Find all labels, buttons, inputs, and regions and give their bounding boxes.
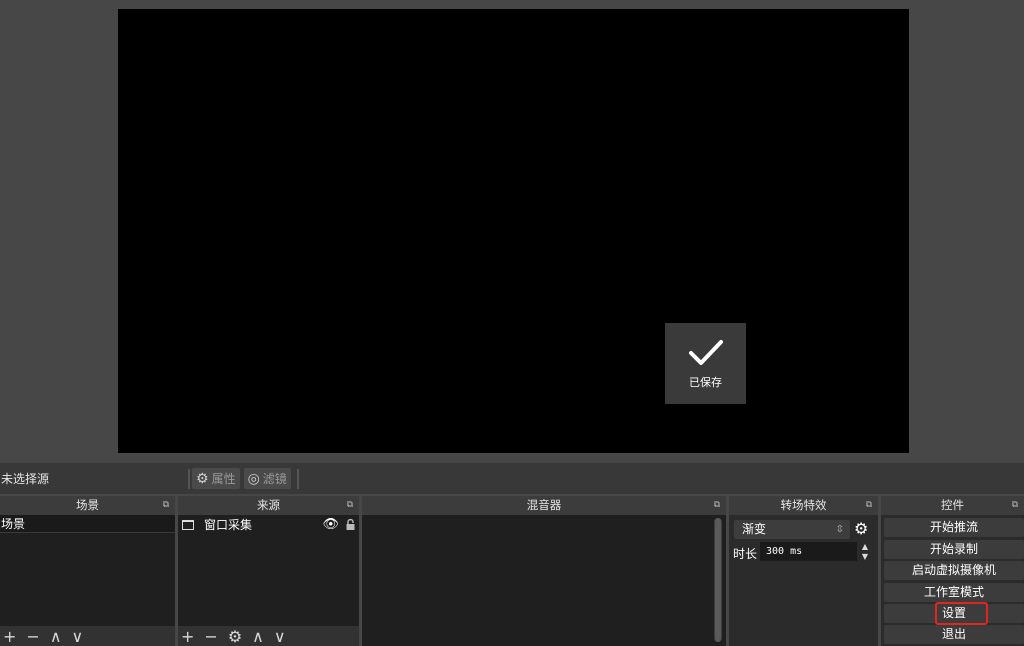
mixer-body <box>362 515 726 646</box>
transition-select[interactable]: 渐变 ⇳ <box>734 520 850 539</box>
add-icon[interactable]: + <box>181 627 194 646</box>
checkmark-icon <box>688 339 723 365</box>
remove-icon[interactable]: − <box>26 627 39 646</box>
duration-input[interactable]: 300 ms <box>760 542 857 561</box>
studio-mode-button[interactable]: 工作室模式 <box>884 583 1024 602</box>
mixer-dock: 混音器 ⧉ <box>362 496 726 646</box>
lock-icon[interactable] <box>346 519 355 530</box>
float-dock-icon[interactable]: ⧉ <box>714 496 720 515</box>
add-icon[interactable]: + <box>3 627 16 646</box>
saved-toast: 已保存 <box>665 323 746 404</box>
float-dock-icon[interactable]: ⧉ <box>1012 496 1018 515</box>
start-streaming-button[interactable]: 开始推流 <box>884 518 1024 537</box>
updown-icon: ⇳ <box>835 524 844 535</box>
sources-dock-title: 来源 ⧉ <box>178 496 359 515</box>
scenes-dock-title: 场景 ⧉ <box>0 496 175 515</box>
transitions-dock-title: 转场特效 ⧉ <box>729 496 878 515</box>
duration-stepper[interactable]: ▲ ▼ <box>858 542 872 561</box>
divider <box>296 468 299 489</box>
move-up-icon[interactable]: ∧ <box>252 627 264 646</box>
window-icon <box>182 519 194 530</box>
filter-icon: ◎ <box>247 470 260 487</box>
move-down-icon[interactable]: ∨ <box>274 627 286 646</box>
float-dock-icon[interactable]: ⧉ <box>163 496 169 515</box>
preview-area: 已保存 <box>0 0 1024 463</box>
controls-dock-title: 控件 ⧉ <box>881 496 1024 515</box>
controls-title: 控件 <box>941 498 964 512</box>
exit-button[interactable]: 退出 <box>884 625 1024 644</box>
mixer-dock-title: 混音器 ⧉ <box>362 496 726 515</box>
float-dock-icon[interactable]: ⧉ <box>866 496 872 515</box>
float-dock-icon[interactable]: ⧉ <box>347 496 353 515</box>
selected-source-label: 未选择源 <box>1 472 50 486</box>
filters-button[interactable]: ◎ 滤镜 <box>243 468 291 489</box>
move-up-icon[interactable]: ∧ <box>50 627 62 646</box>
context-bar: 未选择源 ⚙ 属性 ◎ 滤镜 <box>0 463 1024 494</box>
eye-icon[interactable]: 👁 <box>322 517 339 532</box>
transitions-title: 转场特效 <box>780 498 827 512</box>
gear-icon: ⚙ <box>196 470 209 487</box>
duration-label: 时长 <box>733 547 758 561</box>
filters-label: 滤镜 <box>262 472 287 486</box>
scenes-dock: 场景 ⧉ 场景 + − ∧ ∨ <box>0 496 175 646</box>
move-down-icon[interactable]: ∨ <box>72 627 84 646</box>
preview-canvas[interactable] <box>118 9 909 453</box>
divider <box>188 468 190 489</box>
toast-label: 已保存 <box>689 375 722 389</box>
transitions-dock: 转场特效 ⧉ 渐变 ⇳ ⚙ 时长 300 ms ▲ ▼ <box>729 496 878 646</box>
transition-selected: 渐变 <box>742 522 767 536</box>
settings-highlight-box <box>935 602 988 625</box>
chevron-down-icon[interactable]: ▼ <box>862 552 868 561</box>
chevron-up-icon[interactable]: ▲ <box>862 542 868 551</box>
gear-icon[interactable]: ⚙ <box>228 627 242 646</box>
scene-item[interactable]: 场景 <box>0 515 175 533</box>
source-label: 窗口采集 <box>204 518 253 532</box>
sources-toolbar: + − ⚙ ∧ ∨ <box>178 626 359 646</box>
gear-icon[interactable]: ⚙ <box>854 519 868 538</box>
scenes-toolbar: + − ∧ ∨ <box>0 626 175 646</box>
start-virtual-camera-button[interactable]: 启动虚拟摄像机 <box>884 561 1024 580</box>
sources-title: 来源 <box>257 498 280 512</box>
properties-button[interactable]: ⚙ 属性 <box>192 468 240 489</box>
properties-label: 属性 <box>211 472 236 486</box>
sources-dock: 来源 ⧉ 窗口采集 👁 + − ⚙ ∧ ∨ <box>178 496 359 646</box>
start-recording-button[interactable]: 开始录制 <box>884 540 1024 559</box>
scenes-title: 场景 <box>76 498 99 512</box>
mixer-scrollbar[interactable] <box>714 518 722 642</box>
mixer-title: 混音器 <box>526 498 562 512</box>
remove-icon[interactable]: − <box>204 627 217 646</box>
source-item[interactable]: 窗口采集 👁 <box>178 515 359 534</box>
